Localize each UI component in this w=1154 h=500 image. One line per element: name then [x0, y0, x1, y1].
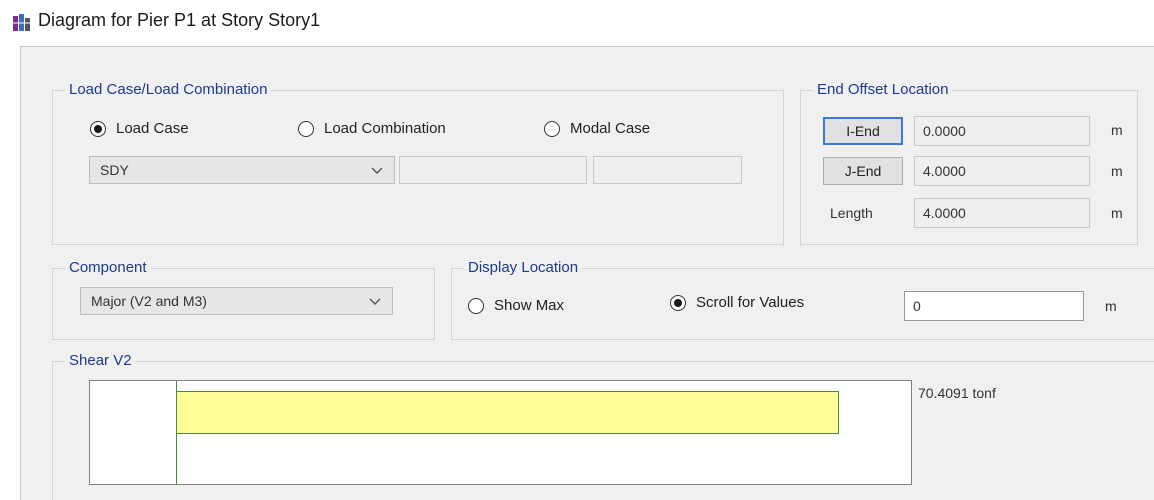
- length-unit: m: [1111, 205, 1123, 221]
- j-end-unit: m: [1111, 163, 1123, 179]
- radio-load-combination-label: Load Combination: [324, 120, 446, 137]
- window-title: Diagram for Pier P1 at Story Story1: [38, 10, 321, 30]
- load-combination-field[interactable]: [399, 156, 587, 184]
- load-case-select-value: SDY: [100, 162, 129, 178]
- radio-load-case-indicator[interactable]: [90, 120, 106, 137]
- display-location-group-legend: Display Location: [464, 259, 583, 276]
- j-end-button[interactable]: J-End: [823, 157, 903, 185]
- title-bar: Diagram for Pier P1 at Story Story1: [0, 0, 1154, 46]
- radio-scroll-for-values-label: Scroll for Values: [696, 294, 805, 311]
- chevron-down-icon[interactable]: [370, 164, 384, 176]
- shear-value-text: 70.4091 tonf: [918, 385, 996, 401]
- radio-scroll-for-values[interactable]: Scroll for Values: [670, 294, 804, 311]
- component-select-value: Major (V2 and M3): [91, 293, 207, 309]
- etabs-app-icon: [13, 14, 31, 31]
- component-group-legend: Component: [65, 259, 151, 276]
- radio-modal-case[interactable]: Modal Case: [544, 120, 650, 137]
- location-input[interactable]: 0: [904, 291, 1084, 321]
- load-case-group-legend: Load Case/Load Combination: [65, 81, 272, 98]
- radio-modal-case-label: Modal Case: [570, 120, 651, 137]
- i-end-unit: m: [1111, 122, 1123, 138]
- radio-show-max[interactable]: Show Max: [468, 297, 564, 314]
- radio-scroll-for-values-indicator[interactable]: [670, 294, 686, 311]
- radio-show-max-indicator[interactable]: [468, 297, 484, 314]
- end-offset-group-legend: End Offset Location: [813, 81, 953, 98]
- shear-v2-group-legend: Shear V2: [65, 352, 136, 369]
- length-value: 4.0000: [914, 198, 1090, 228]
- component-select[interactable]: Major (V2 and M3): [80, 287, 393, 315]
- length-label: Length: [830, 205, 873, 221]
- radio-load-combination[interactable]: Load Combination: [298, 120, 446, 137]
- location-unit: m: [1105, 298, 1117, 314]
- radio-modal-case-indicator[interactable]: [544, 120, 560, 137]
- radio-load-case-label: Load Case: [116, 120, 189, 137]
- i-end-button[interactable]: I-End: [823, 117, 903, 145]
- radio-load-combination-indicator[interactable]: [298, 120, 314, 137]
- radio-show-max-label: Show Max: [494, 297, 565, 314]
- modal-case-field[interactable]: [593, 156, 742, 184]
- chevron-down-icon[interactable]: [368, 295, 382, 307]
- load-case-select[interactable]: SDY: [89, 156, 395, 184]
- i-end-value: 0.0000: [914, 116, 1090, 146]
- radio-load-case[interactable]: Load Case: [90, 120, 189, 137]
- j-end-value: 4.0000: [914, 156, 1090, 186]
- shear-diagram-fill: [176, 391, 839, 434]
- shear-diagram[interactable]: [89, 380, 912, 485]
